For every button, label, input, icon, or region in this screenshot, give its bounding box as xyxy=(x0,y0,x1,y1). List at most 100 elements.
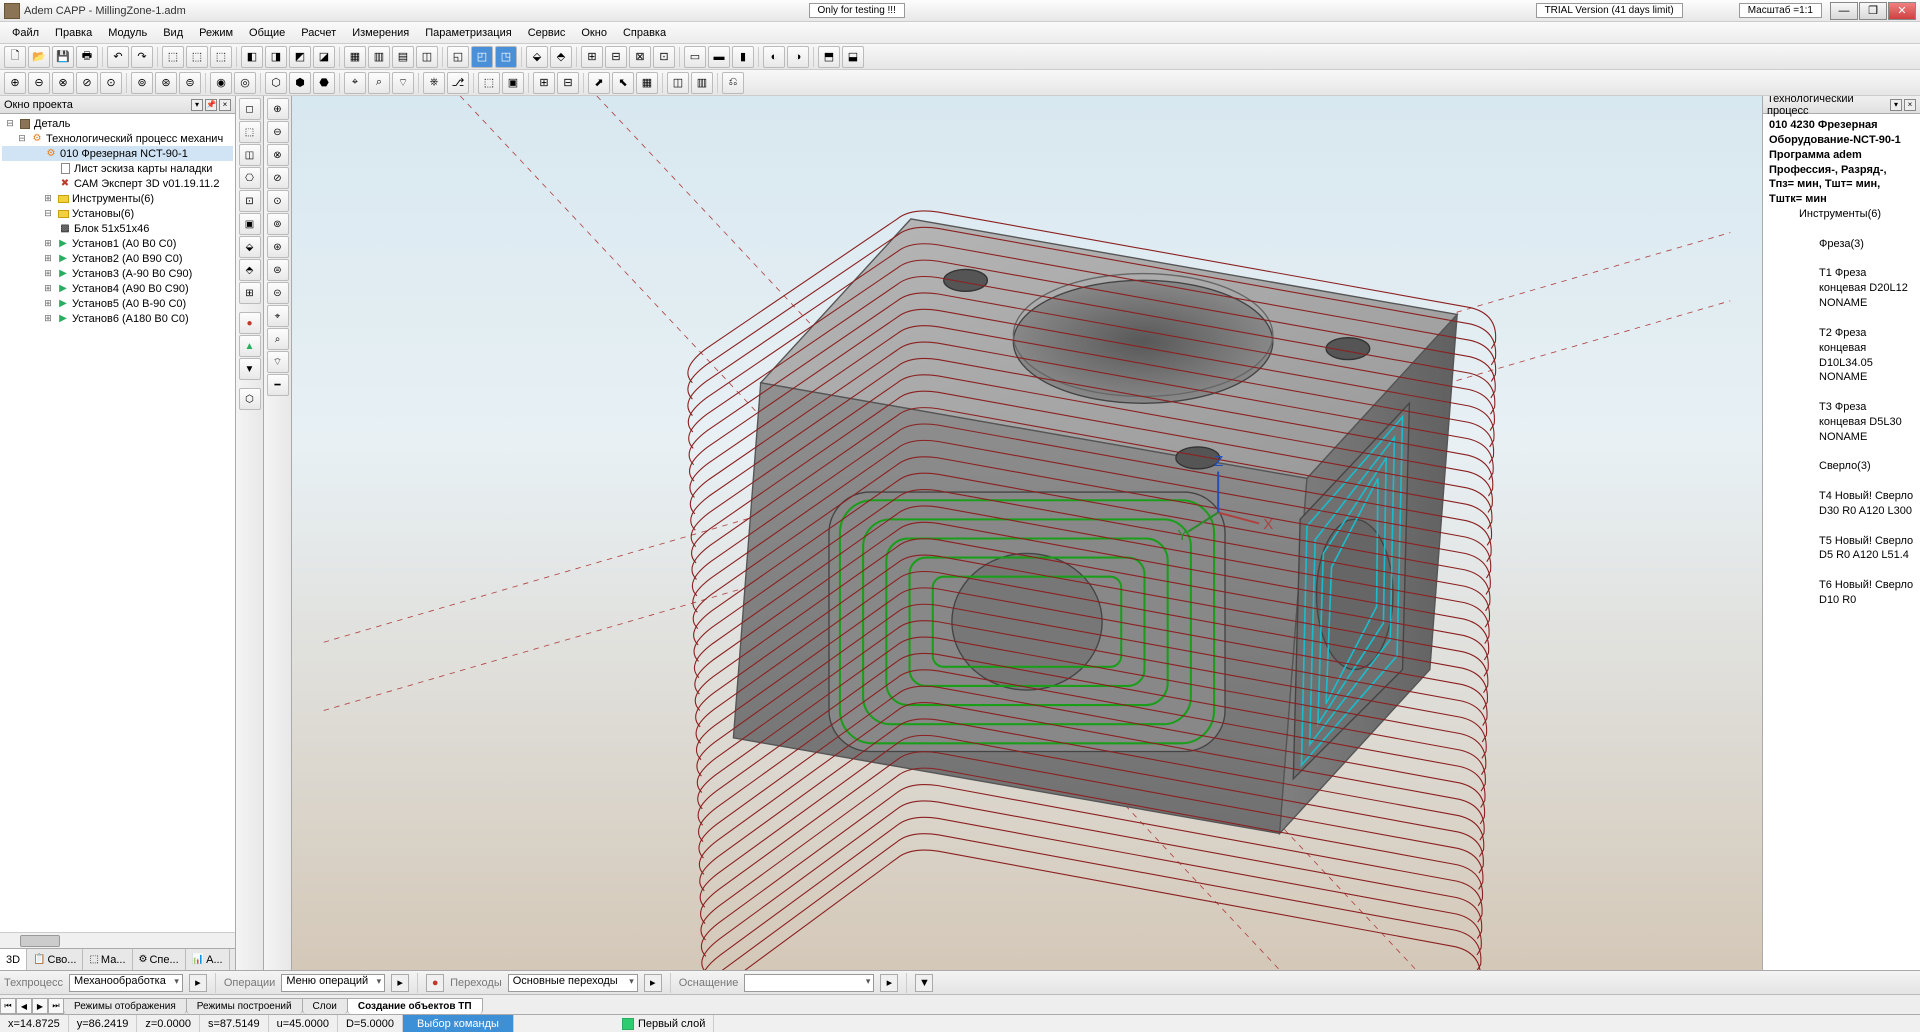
vtool-9[interactable]: ⊞ xyxy=(239,282,261,304)
status-layer[interactable]: Первый слой xyxy=(614,1015,714,1032)
panel-min-button[interactable]: 📌 xyxy=(205,99,217,111)
menu-file[interactable]: Файл xyxy=(4,25,47,41)
menu-module[interactable]: Модуль xyxy=(100,25,155,41)
menu-view[interactable]: Вид xyxy=(155,25,191,41)
panel-close-button[interactable]: × xyxy=(1904,99,1916,111)
operations-combo[interactable]: Меню операций xyxy=(281,974,385,992)
tab-display-modes[interactable]: Режимы отображения xyxy=(63,998,187,1014)
tool-f4[interactable]: ⊡ xyxy=(653,46,675,68)
tool-f2[interactable]: ⊟ xyxy=(605,46,627,68)
panel-close-button[interactable]: × xyxy=(219,99,231,111)
left-tab-properties[interactable]: 📋Сво... xyxy=(27,949,83,970)
vtool-record[interactable]: ● xyxy=(239,312,261,334)
tool-g3[interactable]: ▮ xyxy=(732,46,754,68)
tool-s20[interactable]: ▣ xyxy=(502,72,524,94)
vtool-5[interactable]: ⊡ xyxy=(239,190,261,212)
tool-s6[interactable]: ⊚ xyxy=(131,72,153,94)
tool-s11[interactable]: ⬡ xyxy=(265,72,287,94)
tool-c2[interactable]: ▥ xyxy=(368,46,390,68)
tool-s7[interactable]: ⊛ xyxy=(155,72,177,94)
tab-nav-next[interactable]: ▶ xyxy=(32,998,48,1014)
vtool2-2[interactable]: ⊖ xyxy=(267,121,289,143)
tool-s16[interactable]: ⌔ xyxy=(392,72,414,94)
3d-viewport[interactable]: X Y Z xyxy=(292,96,1762,970)
open-button[interactable]: 📂 xyxy=(28,46,50,68)
vtool-10[interactable]: ▼ xyxy=(239,358,261,380)
tree-item[interactable]: ⊞Инструменты(6) xyxy=(2,191,233,206)
new-button[interactable]: 🗋 xyxy=(4,46,26,68)
panel-pin-button[interactable]: ▾ xyxy=(191,99,203,111)
tool-b2[interactable]: ◨ xyxy=(265,46,287,68)
vtool-play[interactable]: ▲ xyxy=(239,335,261,357)
record-button[interactable]: ● xyxy=(426,974,444,992)
tool-s18[interactable]: ⎇ xyxy=(447,72,469,94)
menu-param[interactable]: Параметризация xyxy=(417,25,519,41)
left-tab-spec[interactable]: ⚙Спе... xyxy=(133,949,186,970)
tool-s10[interactable]: ◎ xyxy=(234,72,256,94)
tab-nav-first[interactable]: ⏮ xyxy=(0,998,16,1014)
tool-f1[interactable]: ⊞ xyxy=(581,46,603,68)
tree-item[interactable]: ⊞▶Установ3 (A-90 B0 C90) xyxy=(2,266,233,281)
tool-s24[interactable]: ⬉ xyxy=(612,72,634,94)
tool-i2[interactable]: ⬓ xyxy=(842,46,864,68)
tool-h1[interactable]: ◐ xyxy=(763,46,785,68)
tool-a1[interactable]: ⬚ xyxy=(162,46,184,68)
menu-general[interactable]: Общие xyxy=(241,25,293,41)
vtool2-1[interactable]: ⊕ xyxy=(267,98,289,120)
process-content[interactable]: 010 4230 Фрезерная Оборудование-NCT-90-1… xyxy=(1763,114,1920,970)
undo-button[interactable]: ↶ xyxy=(107,46,129,68)
vtool-6[interactable]: ▣ xyxy=(239,213,261,235)
tree-item[interactable]: ▩Блок 51x51x46 xyxy=(2,221,233,236)
tree-item[interactable]: ⊞▶Установ2 (A0 B90 C0) xyxy=(2,251,233,266)
left-tab-materials[interactable]: ⬚Ма... xyxy=(83,949,132,970)
vtool2-4[interactable]: ⊘ xyxy=(267,167,289,189)
tool-s22[interactable]: ⊟ xyxy=(557,72,579,94)
tool-h2[interactable]: ◑ xyxy=(787,46,809,68)
vtool-2[interactable]: ⬚ xyxy=(239,121,261,143)
tool-d2-active[interactable]: ◰ xyxy=(471,46,493,68)
vtool2-9[interactable]: ⊝ xyxy=(267,282,289,304)
tool-s26[interactable]: ◫ xyxy=(667,72,689,94)
tool-s19[interactable]: ⬚ xyxy=(478,72,500,94)
tool-d1[interactable]: ◱ xyxy=(447,46,469,68)
tree-operation[interactable]: ⚙ 010 Фрезерная NCT-90-1 xyxy=(2,146,233,161)
tool-b4[interactable]: ◪ xyxy=(313,46,335,68)
vtool2-3[interactable]: ⊗ xyxy=(267,144,289,166)
equipment-combo[interactable] xyxy=(744,974,874,992)
tool-s13[interactable]: ⬣ xyxy=(313,72,335,94)
tab-create-objects[interactable]: Создание объектов ТП xyxy=(347,998,483,1014)
vtool2-5[interactable]: ⊙ xyxy=(267,190,289,212)
vtool2-12[interactable]: ⌔ xyxy=(267,351,289,373)
techprocess-combo[interactable]: Механообработка xyxy=(69,974,183,992)
vtool2-7[interactable]: ⊛ xyxy=(267,236,289,258)
tab-build-modes[interactable]: Режимы построений xyxy=(186,998,303,1014)
panel-pin-button[interactable]: ▾ xyxy=(1890,99,1902,111)
vtool2-6[interactable]: ⊚ xyxy=(267,213,289,235)
filter-button[interactable]: ▼ xyxy=(915,974,933,992)
redo-button[interactable]: ↷ xyxy=(131,46,153,68)
tool-a3[interactable]: ⬚ xyxy=(210,46,232,68)
vtool-11[interactable]: ⬡ xyxy=(239,388,261,410)
tool-d3-active[interactable]: ◳ xyxy=(495,46,517,68)
tool-s27[interactable]: ▥ xyxy=(691,72,713,94)
vtool-3[interactable]: ◫ xyxy=(239,144,261,166)
menu-mode[interactable]: Режим xyxy=(191,25,241,41)
equipment-add-button[interactable]: ▸ xyxy=(880,974,898,992)
tree-item[interactable]: ⊞▶Установ1 (A0 B0 C0) xyxy=(2,236,233,251)
tool-g2[interactable]: ▬ xyxy=(708,46,730,68)
left-tab-a[interactable]: 📊А... xyxy=(186,949,230,970)
vtool2-10[interactable]: ⌖ xyxy=(267,305,289,327)
tree-item[interactable]: Лист эскиза карты наладки xyxy=(2,161,233,176)
tree-process[interactable]: ⊟⚙ Технологический процесс механич xyxy=(2,131,233,146)
tool-b3[interactable]: ◩ xyxy=(289,46,311,68)
vtool-7[interactable]: ⬙ xyxy=(239,236,261,258)
tool-f3[interactable]: ⊠ xyxy=(629,46,651,68)
tab-nav-last[interactable]: ⏭ xyxy=(48,998,64,1014)
tool-s1[interactable]: ⊕ xyxy=(4,72,26,94)
menu-measure[interactable]: Измерения xyxy=(344,25,417,41)
vtool2-8[interactable]: ⊜ xyxy=(267,259,289,281)
vtool2-11[interactable]: ⌕ xyxy=(267,328,289,350)
tool-s9[interactable]: ◉ xyxy=(210,72,232,94)
tool-g1[interactable]: ▭ xyxy=(684,46,706,68)
tool-e1[interactable]: ⬙ xyxy=(526,46,548,68)
